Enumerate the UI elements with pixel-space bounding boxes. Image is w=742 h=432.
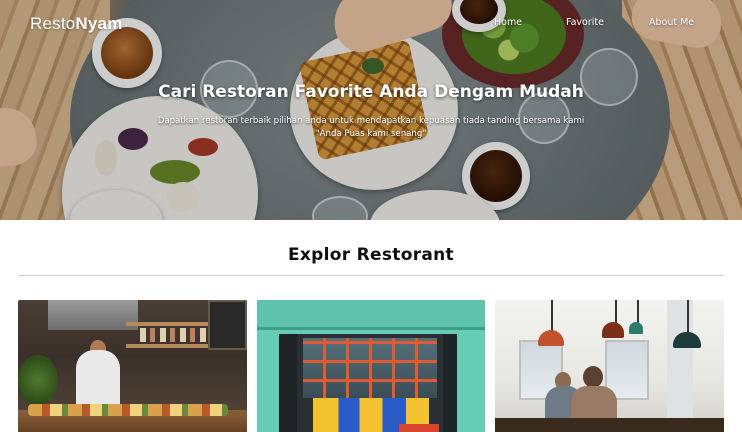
restaurant-card-kitchen[interactable] — [18, 300, 247, 432]
hero-title: Cari Restoran Favorite Anda Dengam Mudah — [158, 82, 584, 102]
section-title: Explor Restorant — [288, 245, 454, 265]
menu-board-icon — [208, 300, 247, 350]
top-nav: Home Favorite About Me — [0, 17, 742, 31]
nav-link-about-me[interactable]: About Me — [649, 17, 694, 28]
hero-subtitle-line1: Dapatkan restoran terbaik pilihan anda u… — [157, 116, 585, 126]
restaurant-card-cafe[interactable] — [495, 300, 724, 432]
section-divider — [18, 275, 724, 276]
hero-subtitle-line2: "Anda Puas kami senang" — [315, 129, 427, 139]
storefront-window — [303, 338, 437, 398]
restaurant-card-storefront[interactable] — [257, 300, 485, 432]
hero-subtitle: Dapatkan restoran terbaik pilihan anda u… — [121, 115, 621, 141]
pendant-lamp-icon — [602, 322, 624, 338]
nav-link-home[interactable]: Home — [494, 17, 522, 28]
nav-link-favorite[interactable]: Favorite — [566, 17, 604, 28]
